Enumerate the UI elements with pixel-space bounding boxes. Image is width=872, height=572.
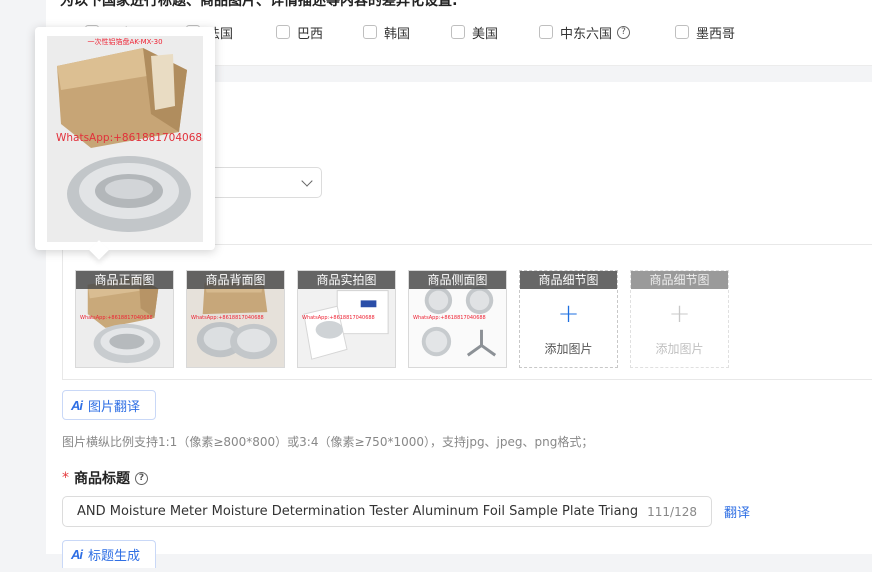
- image-preview: 一次性铝箔盘AK-MX-30 WhatsApp:+8618817040688: [47, 36, 203, 242]
- image-preview-popover: 一次性铝箔盘AK-MX-30 WhatsApp:+8618817040688: [35, 27, 215, 260]
- char-counter: 111/128: [647, 504, 697, 519]
- image-format-hint: 图片横纵比例支持1:1（像素≥800*800）或3:4（像素≥750*1000）…: [62, 435, 594, 449]
- checkbox-box[interactable]: [363, 25, 377, 39]
- help-circle-icon[interactable]: ?: [135, 471, 148, 485]
- image-translate-button[interactable]: Ai 图片翻译: [62, 390, 156, 420]
- image-watermark: WhatsApp:+8618817040688: [413, 315, 486, 321]
- title-generate-label: 标题生成: [88, 548, 141, 563]
- checkbox-label: 中东六国: [560, 26, 613, 42]
- product-title-label: * 商品标题 ?: [62, 468, 148, 488]
- product-images-panel: 商品正面图 WhatsApp:+8618817040688 商品背面图 What…: [62, 244, 872, 380]
- title-translate-link[interactable]: 翻译: [724, 502, 750, 521]
- image-watermark: WhatsApp:+8618817040688: [302, 315, 375, 321]
- checkbox-box[interactable]: [539, 25, 553, 39]
- image-slot-real-shot[interactable]: 商品实拍图 WhatsApp:+8618817040688: [297, 270, 396, 368]
- image-slot-tag: 商品细节图: [520, 271, 617, 289]
- image-slot-tag: 商品背面图: [187, 271, 284, 289]
- chevron-down-icon: [301, 175, 313, 187]
- ai-icon: Ai: [71, 547, 83, 562]
- product-title-value[interactable]: AND Moisture Meter Moisture Determinatio…: [77, 504, 637, 519]
- checkbox-country-3[interactable]: 韩国: [363, 24, 411, 42]
- checkbox-box[interactable]: [276, 25, 290, 39]
- image-watermark: WhatsApp:+8618817040688: [80, 315, 153, 321]
- checkbox-box[interactable]: [675, 25, 689, 39]
- image-slot-back[interactable]: 商品背面图 WhatsApp:+8618817040688: [186, 270, 285, 368]
- checkbox-label: 美国: [472, 26, 499, 42]
- image-slot-tag: 商品细节图: [631, 271, 728, 289]
- help-circle-icon[interactable]: ?: [617, 25, 631, 39]
- preview-product-code: 一次性铝箔盘AK-MX-30: [87, 38, 163, 46]
- checkbox-label: 墨西哥: [696, 26, 736, 42]
- image-slot-front[interactable]: 商品正面图 WhatsApp:+8618817040688: [75, 270, 174, 368]
- plus-icon[interactable]: +: [520, 299, 617, 329]
- checkbox-country-2[interactable]: 巴西: [276, 24, 324, 42]
- image-slot-tag: 商品侧面图: [409, 271, 506, 289]
- product-title-input[interactable]: AND Moisture Meter Moisture Determinatio…: [62, 496, 712, 527]
- plus-icon: +: [668, 299, 691, 329]
- checkbox-country-5[interactable]: 中东六国?: [539, 24, 631, 42]
- add-image-label: 添加图片: [655, 342, 704, 356]
- checkbox-box[interactable]: [451, 25, 465, 39]
- image-slot-tag: 商品实拍图: [298, 271, 395, 289]
- product-title-text: 商品标题: [74, 471, 130, 487]
- country-settings-heading: 为以下国家进行标题、商品图片、详情描述等内容的差异化设置:: [60, 0, 458, 9]
- image-translate-label: 图片翻译: [88, 398, 141, 414]
- ai-icon: Ai: [71, 397, 83, 413]
- checkbox-country-6[interactable]: 墨西哥: [675, 24, 736, 42]
- preview-watermark: WhatsApp:+8618817040688: [56, 132, 203, 144]
- image-slot-detail-add[interactable]: 商品细节图 + 添加图片: [519, 270, 618, 368]
- image-watermark: WhatsApp:+8618817040688: [191, 315, 264, 321]
- checkbox-country-4[interactable]: 美国: [451, 24, 499, 42]
- required-mark: *: [62, 470, 69, 486]
- add-image-label: 添加图片: [544, 342, 593, 356]
- checkbox-label: 巴西: [297, 26, 324, 42]
- image-slot-detail-disabled: 商品细节图 + 添加图片: [630, 270, 729, 368]
- title-generate-button[interactable]: Ai 标题生成: [62, 540, 156, 568]
- image-slot-side[interactable]: 商品侧面图 WhatsApp:+8618817040688: [408, 270, 507, 368]
- image-slot-tag: 商品正面图: [76, 271, 173, 289]
- checkbox-label: 韩国: [384, 26, 411, 42]
